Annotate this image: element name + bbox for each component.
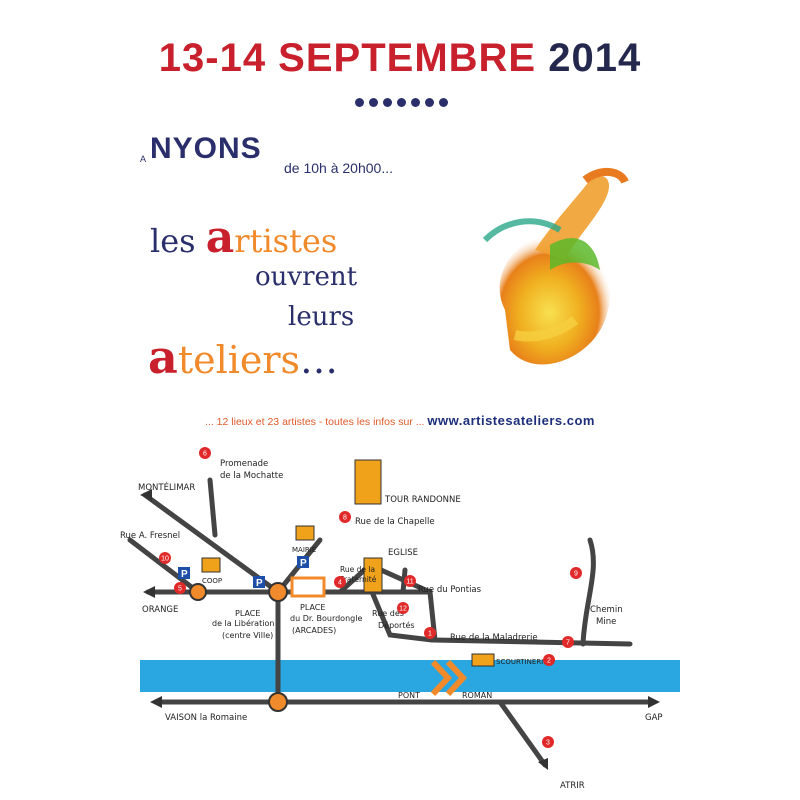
headline-prefix: les xyxy=(150,222,206,260)
label-orange: ORANGE xyxy=(142,605,178,615)
label-atrir: ATRIR xyxy=(560,781,585,791)
label-rue-fresnel: Rue A. Fresnel xyxy=(120,531,180,541)
label-chemin-1: Chemin xyxy=(590,605,623,615)
date-days: 13-14 SEPTEMBRE xyxy=(158,36,537,80)
headline-line-4: ateliers… xyxy=(148,330,338,384)
label-scourtinerie: SCOURTINERIE xyxy=(496,658,548,666)
opening-hours: de 10h à 20h00... xyxy=(284,160,393,176)
label-montelimar: MONTÉLIMAR xyxy=(138,481,195,493)
label-chapelle: Rue de la Chapelle xyxy=(355,517,435,527)
tour-building xyxy=(354,459,382,505)
label-chemin-2: Mine xyxy=(596,617,616,627)
label-deportes-2: Déportés xyxy=(378,620,415,630)
label-maladrerie: Rue de la Maladrerie xyxy=(450,633,538,643)
roundabout-vaison xyxy=(268,692,288,712)
arcades-building xyxy=(290,576,326,598)
label-place-lib-3: (centre Ville) xyxy=(222,631,273,640)
roundabout-liberation xyxy=(268,582,288,602)
website-link[interactable]: www.artistesateliers.com xyxy=(427,413,595,428)
svg-text:P: P xyxy=(300,558,307,569)
headline-ellipsis: … xyxy=(300,338,339,382)
city-name: NYONS xyxy=(150,132,262,165)
label-place-dr-1: PLACE xyxy=(300,603,325,612)
headline-line-1: les artistes xyxy=(150,212,337,263)
svg-text:10: 10 xyxy=(161,556,169,563)
road-atrir xyxy=(497,699,548,768)
svg-text:2: 2 xyxy=(547,658,551,665)
date-year: 2014 xyxy=(548,36,642,80)
svg-text:9: 9 xyxy=(574,571,578,578)
a-label: A xyxy=(140,154,147,164)
svg-text:7: 7 xyxy=(566,640,570,647)
headline-big-a-1: a xyxy=(205,212,235,263)
svg-text:12: 12 xyxy=(399,606,407,613)
label-place-dr-3: (ARCADES) xyxy=(292,626,336,635)
label-place-dr-2: du Dr. Bourdongle xyxy=(290,614,362,623)
arrow-orange xyxy=(143,586,155,598)
marker-1[interactable]: 1 xyxy=(424,627,436,639)
marker-8[interactable]: 8 xyxy=(339,511,351,523)
svg-text:5: 5 xyxy=(178,586,182,593)
label-mairie: MAIRIE xyxy=(292,546,316,554)
marker-7[interactable]: 7 xyxy=(562,636,574,648)
marker-3[interactable]: 3 xyxy=(542,736,554,748)
label-place-lib-2: de la Libération xyxy=(212,618,274,628)
label-eglise: EGLISE xyxy=(388,548,418,558)
marker-11[interactable]: 11 xyxy=(404,575,416,587)
dot-divider xyxy=(355,94,453,112)
arrow-gap xyxy=(648,696,660,708)
label-promenade-1: Promenade xyxy=(220,459,268,469)
label-promenade-2: de la Mochatte xyxy=(220,471,283,481)
event-date: 13-14 SEPTEMBRE 2014 xyxy=(0,36,800,81)
arrow-vaison xyxy=(150,696,162,708)
roundabout-orange xyxy=(189,583,207,601)
label-coop: COOP xyxy=(202,577,222,585)
headline-line-3: leurs xyxy=(288,302,355,332)
paint-stroke-image xyxy=(482,168,629,365)
label-tour: TOUR RANDONNE xyxy=(384,495,461,505)
marker-12[interactable]: 12 xyxy=(397,602,409,614)
info-line: ... 12 lieux et 23 artistes - toutes les… xyxy=(0,413,800,428)
coop-building xyxy=(201,557,221,573)
svg-text:8: 8 xyxy=(343,515,347,522)
label-gap: GAP xyxy=(645,713,663,723)
marker-6[interactable]: 6 xyxy=(199,447,211,459)
road-promenade xyxy=(207,477,218,538)
label-pont-1: PONT xyxy=(398,691,420,700)
label-pont-2: ROMAN xyxy=(462,691,492,700)
svg-text:1: 1 xyxy=(428,631,432,638)
river xyxy=(140,660,680,692)
marker-4[interactable]: 4 xyxy=(334,576,346,588)
road-chemin xyxy=(580,537,596,647)
marker-2[interactable]: 2 xyxy=(543,654,555,666)
info-text: ... 12 lieux et 23 artistes - toutes les… xyxy=(205,416,425,428)
svg-text:4: 4 xyxy=(338,580,342,587)
headline-big-a-2: a xyxy=(148,330,178,384)
label-vaison: VAISON la Romaine xyxy=(165,713,247,723)
scourtinerie-building xyxy=(471,653,495,667)
svg-text:P: P xyxy=(181,569,188,580)
marker-10[interactable]: 10 xyxy=(159,552,171,564)
town-map: P P P MONTÉLIMAR ORANGE VAISON la Romain… xyxy=(120,447,680,791)
marker-5[interactable]: 5 xyxy=(174,582,186,594)
label-pontias: Rue du Pontias xyxy=(418,585,482,595)
headline-artistes: rtistes xyxy=(234,222,338,260)
headline-ateliers: teliers xyxy=(177,338,301,382)
headline-line-2: ouvrent xyxy=(255,262,358,292)
label-place-lib-1: PLACE xyxy=(235,609,260,618)
svg-text:6: 6 xyxy=(203,451,207,458)
svg-text:11: 11 xyxy=(406,579,413,586)
road-fresnel xyxy=(127,537,201,595)
svg-text:3: 3 xyxy=(546,740,550,747)
marker-9[interactable]: 9 xyxy=(570,567,582,579)
label-fraternite-1: Rue de la xyxy=(340,565,375,574)
mairie-building xyxy=(295,525,315,541)
svg-text:P: P xyxy=(256,578,263,589)
